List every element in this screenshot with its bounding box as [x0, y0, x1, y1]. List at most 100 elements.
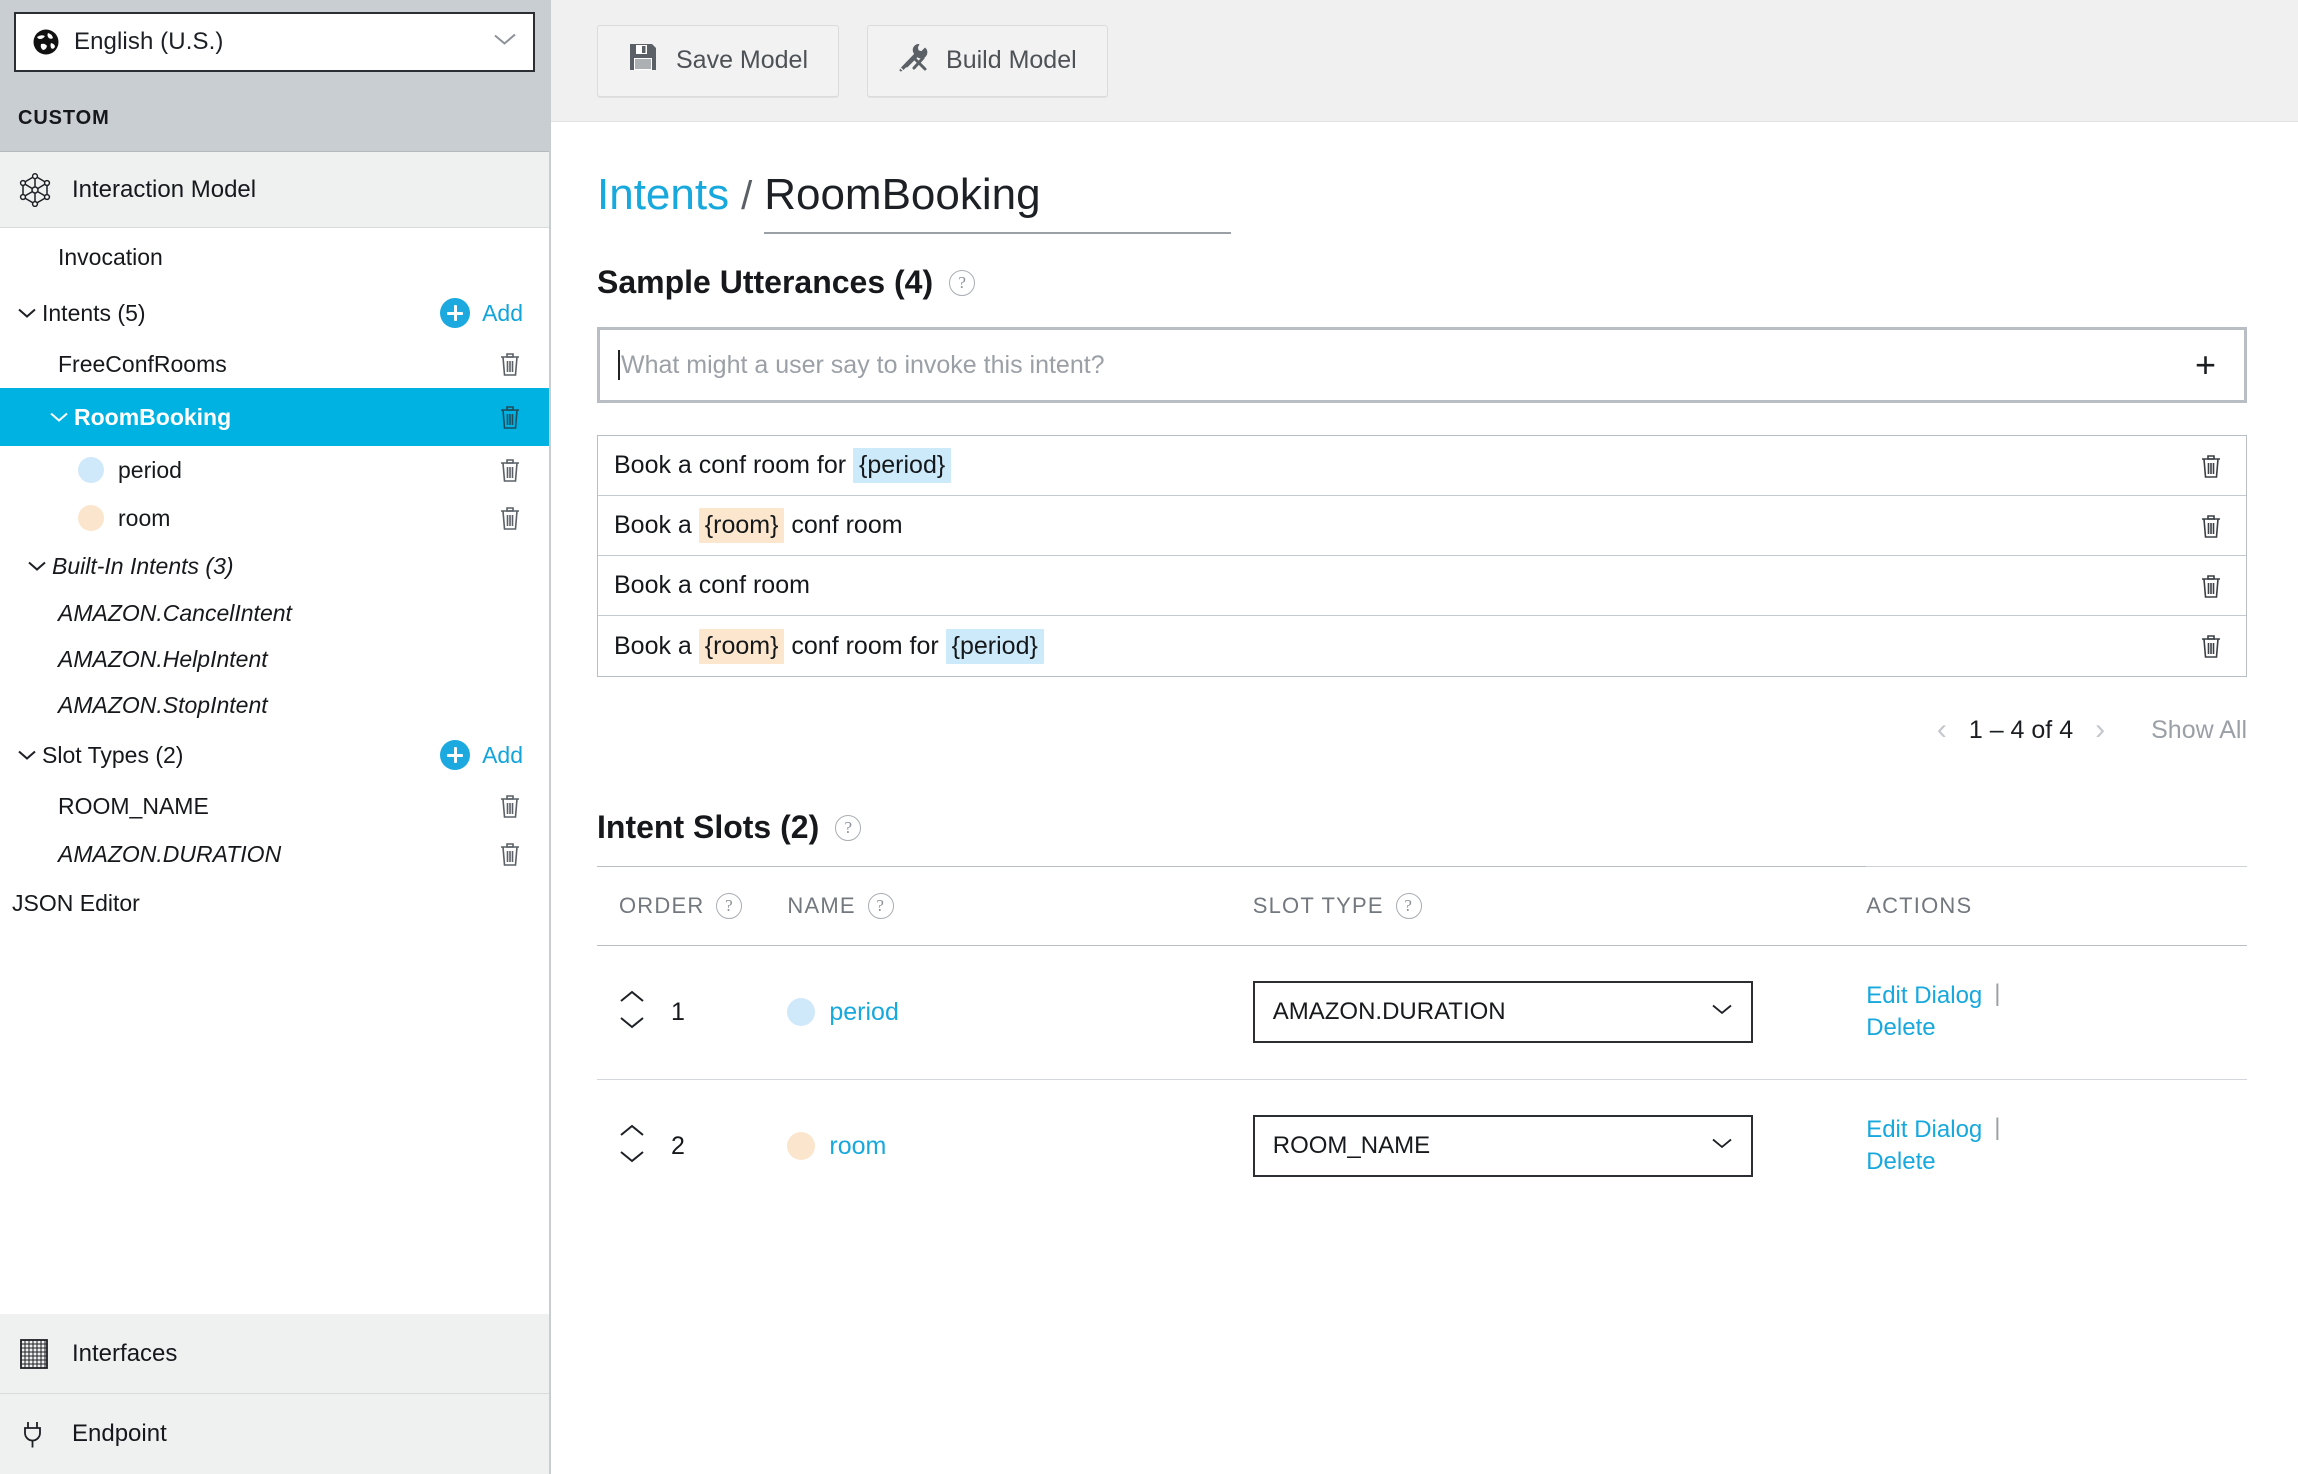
help-icon[interactable]: ? [949, 269, 976, 296]
slot-name-link[interactable]: period [829, 998, 899, 1027]
delete-icon[interactable] [2198, 452, 2224, 480]
chevron-down-icon[interactable] [12, 749, 42, 761]
utterance-list: Book a conf room for {period} Book a {ro… [597, 435, 2247, 677]
add-label: Add [482, 741, 523, 768]
chevron-up-icon[interactable] [619, 989, 645, 1009]
help-icon[interactable]: ? [835, 814, 862, 841]
next-page-icon[interactable]: › [2095, 713, 2105, 747]
sidebar-item-amazon-stopintent[interactable]: AMAZON.StopIntent [0, 682, 549, 728]
sidebar-group-intents[interactable]: Intents (5) Add [0, 286, 549, 340]
utterance-text: Book a conf room [614, 571, 810, 600]
table-row[interactable]: Book a conf room [598, 556, 2246, 616]
slot-type-select[interactable]: AMAZON.DURATION [1252, 981, 1753, 1044]
build-model-button[interactable]: Build Model [867, 24, 1108, 97]
utterance-segment: Book a [614, 631, 699, 660]
sidebar-item-room-name[interactable]: ROOM_NAME [0, 782, 549, 830]
delete-icon[interactable] [2198, 632, 2224, 660]
table-row: 2 room ROOM_NAME Edit Dialog | Delete [597, 1079, 2247, 1212]
sidebar-item-amazon-duration[interactable]: AMAZON.DURATION [0, 830, 549, 878]
chevron-down-icon[interactable] [619, 1149, 645, 1169]
locale-selector[interactable]: English (U.S.) [14, 12, 535, 72]
order-stepper[interactable] [619, 989, 645, 1035]
slot-chip-room[interactable]: {room} [698, 628, 785, 664]
table-row[interactable]: Book a conf room for {period} [598, 436, 2246, 496]
intent-name-field[interactable]: RoomBooking [764, 170, 1231, 234]
order-number: 2 [671, 1131, 685, 1160]
chevron-down-icon[interactable] [22, 560, 52, 572]
chevron-up-icon[interactable] [619, 1123, 645, 1143]
main-content: Save Model Build Model Intents / RoomBoo… [551, 0, 2298, 1474]
delete-icon[interactable] [497, 403, 523, 431]
delete-icon[interactable] [497, 456, 523, 484]
table-row[interactable]: Book a {room} conf room for {period} [598, 616, 2246, 676]
table-row[interactable]: Book a {room} conf room [598, 496, 2246, 556]
add-utterance-icon[interactable]: + [2189, 347, 2222, 383]
sidebar-item-label: ROOM_NAME [58, 792, 209, 819]
help-icon[interactable]: ? [867, 893, 894, 919]
sidebar-item-endpoint[interactable]: Endpoint [0, 1394, 549, 1474]
sidebar-group-label: Slot Types (2) [42, 741, 184, 768]
add-intent-button[interactable]: Add [440, 298, 523, 328]
delete-link[interactable]: Delete [1866, 1012, 2012, 1044]
sidebar-item-invocation[interactable]: Invocation [0, 228, 549, 286]
cell-slot-type: AMAZON.DURATION [1252, 945, 1867, 1080]
delete-icon[interactable] [497, 792, 523, 820]
slot-chip-period[interactable]: {period} [945, 628, 1044, 664]
interaction-model-icon [18, 172, 52, 207]
delete-icon[interactable] [2198, 572, 2224, 600]
sidebar-group-builtin-intents[interactable]: Built-In Intents (3) [0, 542, 549, 590]
sidebar-item-label: AMAZON.DURATION [58, 840, 282, 867]
delete-icon[interactable] [497, 840, 523, 868]
sidebar-item-amazon-cancelintent[interactable]: AMAZON.CancelIntent [0, 590, 549, 636]
intent-slots-label: Intent Slots (2) [597, 809, 820, 845]
toolbar: Save Model Build Model [551, 0, 2298, 122]
delete-icon[interactable] [2198, 512, 2224, 540]
sidebar-item-label: RoomBooking [74, 403, 232, 430]
sidebar-item-label: AMAZON.StopIntent [58, 691, 268, 718]
slot-chip-room[interactable]: {room} [698, 508, 785, 543]
slot-chip-period[interactable]: {period} [853, 448, 952, 483]
sidebar-item-amazon-helpintent[interactable]: AMAZON.HelpIntent [0, 636, 549, 682]
sidebar-group-label: Intents (5) [42, 299, 146, 326]
sidebar-item-freeconfrooms[interactable]: FreeConfRooms [0, 340, 549, 388]
help-icon[interactable]: ? [1395, 893, 1422, 919]
sidebar-group-slot-types[interactable]: Slot Types (2) Add [0, 728, 549, 782]
utterance-segment: Book a [614, 511, 699, 539]
show-all-button[interactable]: Show All [2151, 716, 2247, 745]
add-slot-type-button[interactable]: Add [440, 740, 523, 770]
page-range: 1 – 4 of 4 [1968, 715, 2074, 744]
add-label: Add [482, 299, 523, 326]
utterance-input-wrapper[interactable]: + [597, 327, 2247, 403]
cell-actions: Edit Dialog | Delete [1866, 1079, 2247, 1212]
sidebar-item-interaction-model[interactable]: Interaction Model [0, 152, 549, 228]
order-stepper[interactable] [619, 1123, 645, 1169]
delete-icon[interactable] [497, 504, 523, 532]
utterance-input[interactable] [621, 350, 2189, 380]
chevron-down-icon[interactable] [12, 307, 42, 319]
breadcrumb-intents-link[interactable]: Intents [597, 170, 729, 220]
locale-label: English (U.S.) [74, 28, 224, 55]
slot-type-select[interactable]: ROOM_NAME [1252, 1115, 1753, 1178]
delete-icon[interactable] [497, 350, 523, 378]
chevron-down-icon[interactable] [44, 411, 74, 423]
utterance-segment: conf room for [784, 631, 946, 660]
slot-name-link[interactable]: room [829, 1132, 886, 1161]
delete-link[interactable]: Delete [1866, 1146, 2012, 1178]
sidebar-item-roombooking[interactable]: RoomBooking [0, 388, 549, 446]
sidebar-slot-period[interactable]: period [0, 446, 549, 494]
chevron-down-icon[interactable] [619, 1015, 645, 1035]
cell-name: period [787, 945, 1253, 1080]
help-icon[interactable]: ? [716, 893, 743, 919]
prev-page-icon[interactable]: ‹ [1937, 713, 1947, 747]
sidebar-slot-room[interactable]: room [0, 494, 549, 542]
locale-selector-wrap: English (U.S.) [0, 0, 549, 86]
sample-utterances-title: Sample Utterances (4) ? [597, 264, 2298, 301]
edit-dialog-link[interactable]: Edit Dialog [1866, 980, 1982, 1012]
sidebar-item-interfaces[interactable]: Interfaces [0, 1314, 549, 1394]
edit-dialog-link[interactable]: Edit Dialog [1866, 1114, 1982, 1146]
build-model-label: Build Model [946, 46, 1077, 74]
save-model-button[interactable]: Save Model [597, 24, 840, 97]
intent-slots-table: ORDER ? NAME ? SLOT TYPE ? ACTIONS 1 per… [597, 866, 2247, 1213]
slot-color-dot [787, 998, 816, 1027]
sidebar-item-json-editor[interactable]: JSON Editor [0, 878, 549, 928]
